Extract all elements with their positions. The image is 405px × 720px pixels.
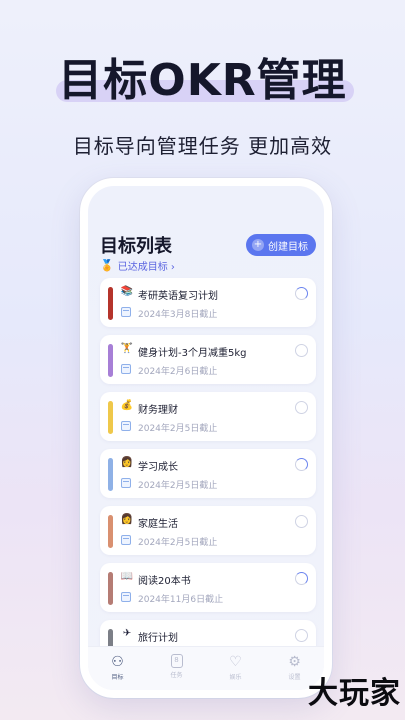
goal-name: 家庭生活 <box>138 519 178 530</box>
goal-progress-checkbox[interactable] <box>295 629 308 642</box>
goal-deadline: 2024年2月5日截止 <box>138 424 218 434</box>
goal-color-bar <box>108 458 113 491</box>
goal-progress-checkbox[interactable] <box>295 401 308 414</box>
goal-card[interactable]: 💰 财务理财 2024年2月5日截止 <box>100 392 316 441</box>
bottom-tab-bar: ⚇ 目标 8 任务 ♡ 娱乐 ⚙ 设置 <box>88 646 324 690</box>
create-goal-button[interactable]: + 创建目标 <box>246 234 316 256</box>
goal-deadline: 2024年3月8日截止 <box>138 310 218 320</box>
goal-deadline: 2024年2月5日截止 <box>138 538 218 548</box>
goal-name: 考研英语复习计划 <box>138 291 218 302</box>
calendar-icon <box>121 364 131 374</box>
goal-deadline: 2024年2月5日截止 <box>138 481 218 491</box>
goal-name: 阅读20本书 <box>138 576 191 587</box>
goal-name: 旅行计划 <box>138 633 178 644</box>
goal-emoji-icon: 📚 <box>120 286 134 297</box>
goal-card[interactable]: 👩 学习成长 2024年2月5日截止 <box>100 449 316 498</box>
goal-card[interactable]: 📖 阅读20本书 2024年11月6日截止 <box>100 563 316 612</box>
target-icon: ⚇ <box>111 654 124 670</box>
goal-name: 健身计划-3个月减重5kg <box>138 348 247 359</box>
gear-icon: ⚙ <box>288 654 301 670</box>
plus-icon: + <box>252 239 264 251</box>
calendar-icon <box>121 592 131 602</box>
calendar-icon <box>121 307 131 317</box>
goal-color-bar <box>108 515 113 548</box>
goal-emoji-icon: 📖 <box>120 571 134 582</box>
task-icon: 8 <box>170 654 183 668</box>
goal-emoji-icon: 👩 <box>120 514 134 525</box>
tab-label: 目标 <box>111 674 124 681</box>
goal-color-bar <box>108 401 113 434</box>
goal-progress-checkbox[interactable] <box>295 515 308 528</box>
goal-emoji-icon: 💰 <box>120 400 134 411</box>
goal-emoji-icon: 👩 <box>120 457 134 468</box>
watermark: 大玩家 <box>308 676 401 711</box>
promo-headline: 目标OKR管理 <box>58 55 347 106</box>
heart-icon: ♡ <box>229 654 242 670</box>
goal-progress-checkbox[interactable] <box>295 344 308 357</box>
goal-card[interactable]: 📚 考研英语复习计划 2024年3月8日截止 <box>100 278 316 327</box>
goal-name: 学习成长 <box>138 462 178 473</box>
goal-name: 财务理财 <box>138 405 178 416</box>
create-goal-label: 创建目标 <box>268 241 308 253</box>
promo-subtitle: 目标导向管理任务 更加高效 <box>72 134 333 158</box>
tab-target[interactable]: ⚇ 目标 <box>88 647 147 690</box>
goal-progress-checkbox[interactable] <box>295 287 308 300</box>
tab-task[interactable]: 8 任务 <box>147 647 206 690</box>
goal-emoji-icon: 🏋 <box>120 343 134 354</box>
tab-label: 娱乐 <box>229 674 242 681</box>
goal-color-bar <box>108 287 113 320</box>
tab-heart[interactable]: ♡ 娱乐 <box>206 647 265 690</box>
medal-icon: 🏅 <box>100 259 114 272</box>
calendar-icon <box>121 478 131 488</box>
goal-color-bar <box>108 572 113 605</box>
goal-deadline: 2024年11月6日截止 <box>138 595 224 605</box>
app-screen: 目标列表 🏅 已达成目标 › + 创建目标 📚 考研英语复习计划 2024年3月… <box>88 186 324 690</box>
calendar-icon <box>121 421 131 431</box>
goal-deadline: 2024年2月6日截止 <box>138 367 218 377</box>
goal-emoji-icon: ✈ <box>122 628 132 639</box>
phone-frame: 目标列表 🏅 已达成目标 › + 创建目标 📚 考研英语复习计划 2024年3月… <box>80 178 332 698</box>
tab-label: 任务 <box>170 672 183 679</box>
goal-color-bar <box>108 344 113 377</box>
calendar-icon <box>121 535 131 545</box>
achieved-goals-label: 已达成目标 › <box>117 262 175 273</box>
goal-card[interactable]: 👩 家庭生活 2024年2月5日截止 <box>100 506 316 555</box>
goal-list: 📚 考研英语复习计划 2024年3月8日截止 🏋 健身计划-3个月减重5kg 2… <box>100 278 316 677</box>
goal-progress-checkbox[interactable] <box>295 572 308 585</box>
goal-progress-checkbox[interactable] <box>295 458 308 471</box>
page-title: 目标列表 <box>100 236 172 257</box>
achieved-goals-link[interactable]: 🏅 已达成目标 › <box>100 258 175 273</box>
goal-card[interactable]: 🏋 健身计划-3个月减重5kg 2024年2月6日截止 <box>100 335 316 384</box>
tab-label: 设置 <box>288 674 301 681</box>
